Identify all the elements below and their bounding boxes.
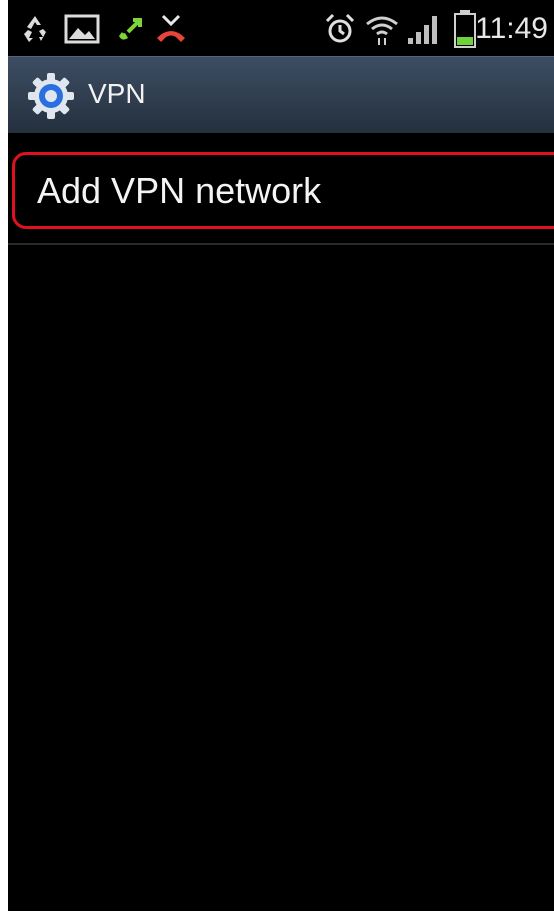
signal-icon xyxy=(408,16,437,44)
status-bar: 11:49 xyxy=(8,0,554,56)
add-vpn-network-label: Add VPN network xyxy=(37,170,322,211)
call-forward-icon xyxy=(119,18,142,40)
page-title: VPN xyxy=(88,78,146,109)
list-divider xyxy=(8,243,554,245)
action-bar: VPN xyxy=(8,56,554,133)
image-icon xyxy=(64,14,100,44)
settings-gear-icon[interactable] xyxy=(26,71,76,121)
battery-icon xyxy=(454,10,476,48)
recycle-icon xyxy=(24,16,46,42)
missed-call-icon xyxy=(157,14,185,42)
wifi-icon xyxy=(366,16,398,45)
alarm-icon xyxy=(325,13,355,43)
phone-screen: 11:49 VPN Add VPN network xyxy=(8,0,554,911)
status-time: 11:49 xyxy=(475,12,548,45)
add-vpn-network-item[interactable]: Add VPN network xyxy=(12,152,554,229)
